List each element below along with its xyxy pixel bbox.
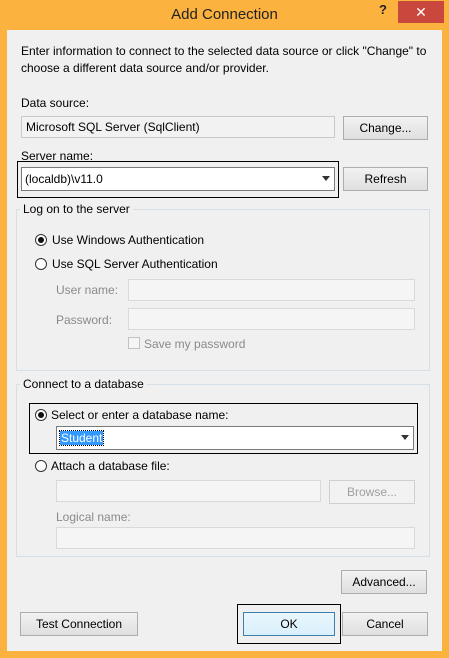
select-database-label[interactable]: Select or enter a database name:	[51, 408, 228, 422]
cancel-button[interactable]: Cancel	[342, 612, 428, 636]
save-password-checkbox[interactable]	[128, 337, 140, 349]
windows-auth-radio[interactable]	[35, 234, 47, 246]
attach-file-radio[interactable]	[35, 460, 47, 472]
select-database-radio[interactable]	[35, 409, 47, 421]
database-name-value: Student	[58, 430, 105, 446]
user-name-field[interactable]	[128, 279, 415, 301]
chevron-down-icon[interactable]	[322, 176, 330, 181]
test-connection-button[interactable]: Test Connection	[20, 612, 138, 636]
help-icon[interactable]: ?	[372, 2, 394, 22]
server-name-combo[interactable]: (localdb)\v11.0	[21, 167, 335, 191]
logical-name-field[interactable]	[56, 527, 415, 549]
change-button[interactable]: Change...	[343, 116, 428, 140]
close-icon[interactable]: ✕	[398, 1, 444, 23]
intro-text-line2: choose a different data source and/or pr…	[21, 61, 269, 75]
password-label: Password:	[56, 313, 113, 327]
logon-group-legend: Log on to the server	[20, 202, 133, 216]
advanced-button[interactable]: Advanced...	[341, 570, 427, 594]
window-frame: Add Connection ? ✕ Enter information to …	[0, 0, 449, 658]
save-password-label[interactable]: Save my password	[144, 337, 245, 351]
windows-auth-label[interactable]: Use Windows Authentication	[52, 233, 204, 247]
attach-file-label[interactable]: Attach a database file:	[51, 459, 170, 473]
data-source-field: Microsoft SQL Server (SqlClient)	[21, 116, 335, 138]
dialog-body: Enter information to connect to the sele…	[7, 30, 442, 651]
attach-file-field[interactable]	[56, 480, 321, 502]
refresh-button[interactable]: Refresh	[343, 167, 428, 191]
title-bar: Add Connection ? ✕	[0, 0, 449, 30]
chevron-down-icon[interactable]	[401, 435, 409, 440]
database-name-combo[interactable]: Student	[56, 426, 414, 450]
browse-button[interactable]: Browse...	[329, 480, 415, 504]
logical-name-label: Logical name:	[56, 510, 131, 524]
database-group-legend: Connect to a database	[20, 377, 147, 391]
password-field[interactable]	[128, 308, 415, 330]
server-name-value: (localdb)\v11.0	[25, 172, 103, 186]
data-source-label: Data source:	[21, 96, 90, 110]
ok-button[interactable]: OK	[243, 612, 335, 636]
sql-auth-radio[interactable]	[35, 258, 47, 270]
user-name-label: User name:	[56, 283, 119, 297]
sql-auth-label[interactable]: Use SQL Server Authentication	[52, 257, 218, 271]
intro-text-line1: Enter information to connect to the sele…	[21, 44, 427, 58]
